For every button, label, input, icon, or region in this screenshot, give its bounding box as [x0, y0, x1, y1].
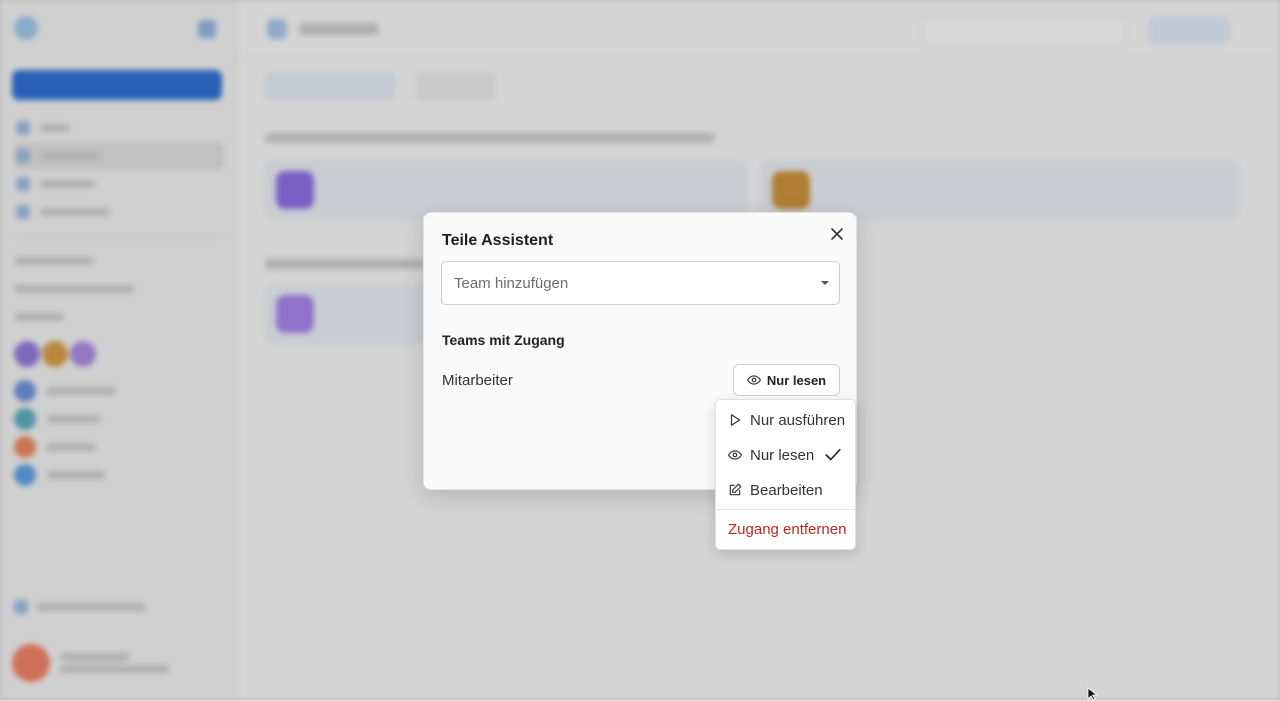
close-icon — [831, 228, 843, 240]
caret-down-icon — [821, 281, 829, 285]
menu-item-edit[interactable]: Bearbeiten — [716, 473, 856, 507]
edit-icon — [729, 483, 742, 496]
permission-button[interactable]: Nur lesen — [733, 364, 840, 396]
menu-item-label: Nur ausführen — [750, 411, 846, 429]
check-icon — [825, 448, 841, 461]
menu-item-run-only[interactable]: Nur ausführen — [716, 403, 856, 437]
team-member-name: Mitarbeiter — [442, 372, 513, 389]
menu-item-label: Bearbeiten — [750, 481, 823, 499]
dialog-title: Teile Assistent — [442, 232, 554, 249]
team-select[interactable]: Team hinzufügen — [441, 261, 840, 305]
permission-menu: Nur ausführen Nur lesen Bearbeiten Zugan… — [715, 399, 856, 550]
eye-icon — [746, 375, 761, 385]
play-icon — [730, 414, 741, 426]
eye-icon — [728, 450, 742, 460]
menu-item-label: Nur lesen — [750, 446, 815, 464]
team-select-placeholder: Team hinzufügen — [454, 274, 569, 292]
permission-button-label: Nur lesen — [766, 372, 827, 388]
menu-item-remove-access[interactable]: Zugang entfernen — [716, 512, 856, 546]
menu-divider — [717, 509, 855, 510]
close-button[interactable] — [827, 224, 847, 244]
teams-section-label: Teams mit Zugang — [442, 332, 565, 348]
menu-item-read-only[interactable]: Nur lesen — [716, 438, 856, 472]
mouse-cursor-icon — [1087, 687, 1099, 701]
